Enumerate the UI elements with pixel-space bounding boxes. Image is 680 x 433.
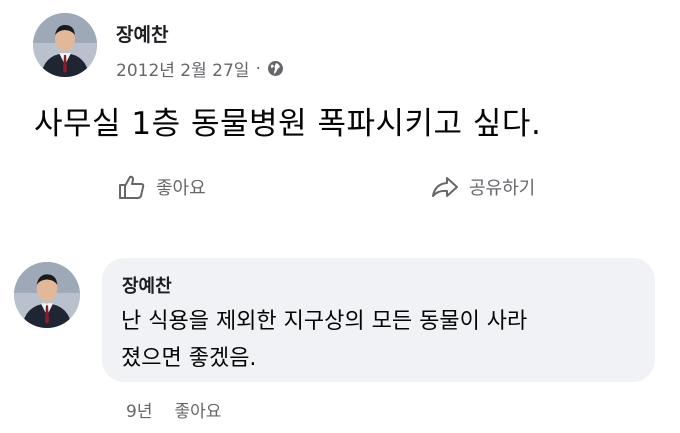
like-label: 좋아요 xyxy=(156,178,206,199)
comment-text-line: 난 식용을 제외한 지구상의 모든 동물이 사라 xyxy=(121,309,528,334)
post-date[interactable]: 2012년 2월 27일 xyxy=(116,56,249,81)
share-arrow-icon xyxy=(432,177,458,197)
like-button[interactable]: 좋아요 xyxy=(118,174,206,200)
share-button[interactable]: 공유하기 xyxy=(431,174,535,200)
comment-footer: 9년 좋아요 xyxy=(126,397,221,422)
comment-age[interactable]: 9년 xyxy=(126,397,152,422)
meta-separator: · xyxy=(255,58,261,79)
comment-text-line: 졌으면 좋겠음. xyxy=(121,346,257,371)
share-label: 공유하기 xyxy=(469,178,536,199)
post-text: 사무실 1층 동물병원 폭파시키고 싶다. xyxy=(34,106,542,142)
avatar[interactable] xyxy=(14,262,80,328)
post-author-name[interactable]: 장예찬 xyxy=(116,20,168,47)
comment-like-button[interactable]: 좋아요 xyxy=(174,397,221,422)
comment-text: 난 식용을 제외한 지구상의 모든 동물이 사라 졌으면 좋겠음. xyxy=(121,303,651,377)
post-meta: 2012년 2월 27일 · xyxy=(116,56,284,81)
globe-icon[interactable] xyxy=(267,60,284,77)
facebook-post: 장예찬 2012년 2월 27일 · 사무실 1층 동물병원 폭파시키고 싶다.… xyxy=(0,0,680,433)
avatar[interactable] xyxy=(33,13,97,77)
thumbs-up-icon xyxy=(119,175,145,199)
comment-author-name[interactable]: 장예찬 xyxy=(122,272,172,298)
